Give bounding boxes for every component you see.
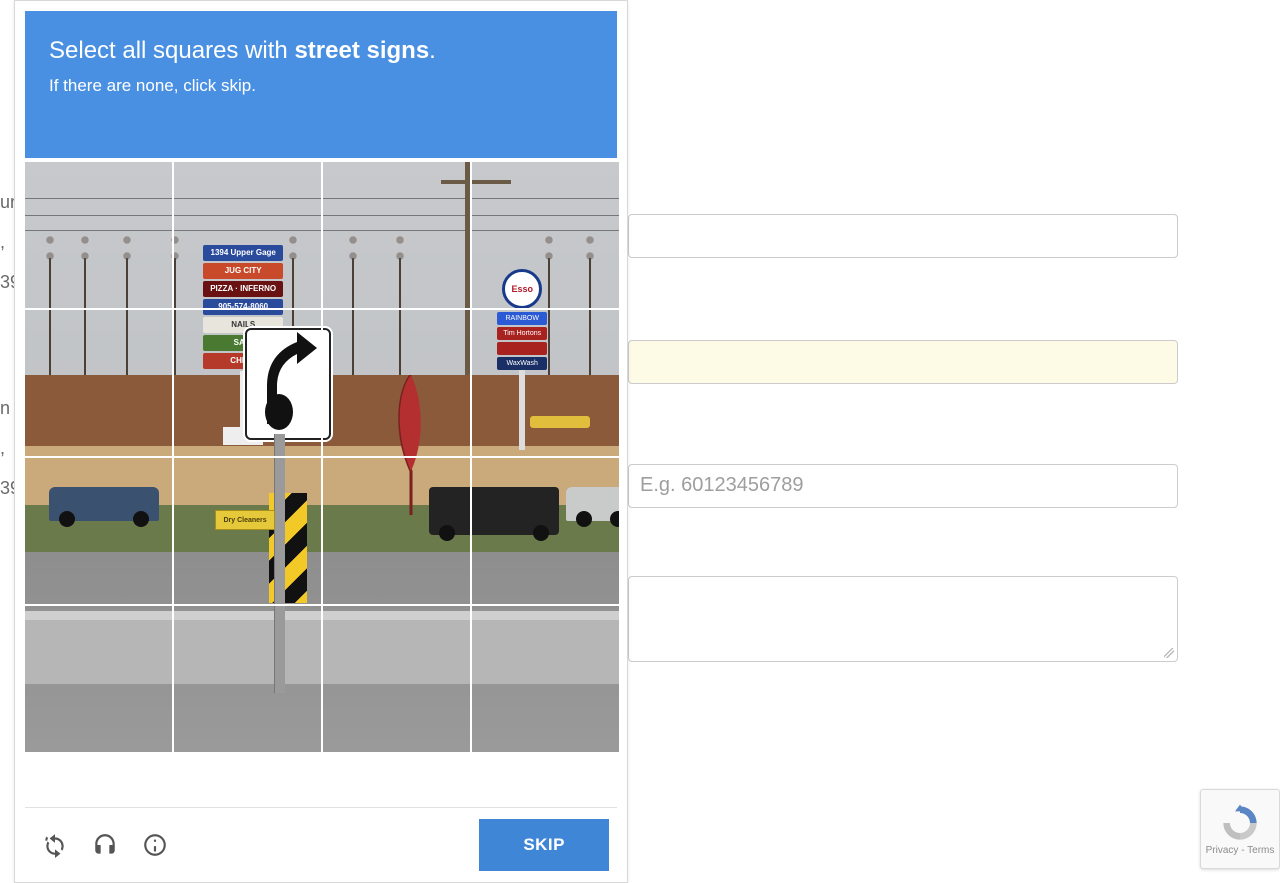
captcha-footer: SKIP xyxy=(25,807,617,882)
street-scene: 1394 Upper Gage JUG CITY PIZZA · INFERNO… xyxy=(174,162,321,308)
feather-flag xyxy=(393,375,429,457)
street-scene: 1394 Upper Gage JUG CITY PIZZA · INFERNO… xyxy=(25,310,172,456)
audio-icon[interactable] xyxy=(91,831,119,859)
captcha-tile[interactable]: 1394 Upper Gage JUG CITY PIZZA · INFERNO… xyxy=(323,458,470,604)
captcha-tile[interactable]: 1394 Upper Gage JUG CITY PIZZA · INFERNO… xyxy=(323,310,470,456)
info-icon[interactable] xyxy=(141,831,169,859)
street-scene: 1394 Upper Gage JUG CITY PIZZA · INFERNO… xyxy=(174,458,321,604)
captcha-tile[interactable]: 1394 Upper Gage JUG CITY PIZZA · INFERNO… xyxy=(323,162,470,308)
skip-button[interactable]: SKIP xyxy=(479,819,609,871)
captcha-tile[interactable]: 1394 Upper Gage JUG CITY PIZZA · INFERNO… xyxy=(472,458,619,604)
car xyxy=(566,487,619,521)
form-textarea[interactable] xyxy=(628,576,1178,662)
captcha-tile[interactable]: 1394 Upper Gage JUG CITY PIZZA · INFERNO… xyxy=(174,606,321,752)
recaptcha-badge-footer[interactable]: Privacy - Terms xyxy=(1206,845,1275,856)
captcha-prompt-sub: If there are none, click skip. xyxy=(49,75,593,98)
phone-placeholder: E.g. 60123456789 xyxy=(640,474,804,497)
street-scene: 1394 Upper Gage JUG CITY PIZZA · INFERNO… xyxy=(472,310,619,456)
street-scene: 1394 Upper Gage JUG CITY PIZZA · INFERNO… xyxy=(323,606,470,752)
captcha-tile[interactable]: 1394 Upper Gage JUG CITY PIZZA · INFERNO… xyxy=(472,162,619,308)
sign-post xyxy=(274,434,285,457)
captcha-prompt-main: Select all squares with street signs. xyxy=(49,35,593,67)
captcha-controls xyxy=(41,831,169,859)
captcha-tile[interactable]: 1394 Upper Gage JUG CITY PIZZA · INFERNO… xyxy=(25,606,172,752)
prompt-suffix: . xyxy=(429,37,436,64)
bg-text: , xyxy=(0,438,5,459)
suv xyxy=(429,487,470,535)
street-scene: 1394 Upper Gage JUG CITY PIZZA · INFERNO… xyxy=(174,310,321,456)
bg-text: , xyxy=(0,232,5,253)
captcha-tile[interactable]: 1394 Upper Gage JUG CITY PIZZA · INFERNO… xyxy=(323,606,470,752)
suv xyxy=(472,487,559,535)
captcha-tile[interactable]: 1394 Upper Gage JUG CITY PIZZA · INFERNO… xyxy=(25,310,172,456)
gas-station-sign: Esso RAINBOW Tim Hortons WaxWash xyxy=(497,310,547,449)
street-scene: 1394 Upper Gage JUG CITY PIZZA · INFERNO… xyxy=(323,310,470,456)
captcha-tile[interactable]: 1394 Upper Gage JUG CITY PIZZA · INFERNO… xyxy=(472,310,619,456)
street-scene: 1394 Upper Gage JUG CITY PIZZA · INFERNO… xyxy=(472,606,619,752)
keep-right-sign xyxy=(323,328,331,440)
recaptcha-challenge: Select all squares with street signs. If… xyxy=(14,0,628,883)
street-scene: 1394 Upper Gage JUG CITY PIZZA · INFERNO… xyxy=(323,458,470,604)
street-scene: 1394 Upper Gage JUG CITY PIZZA · INFERNO… xyxy=(174,606,321,752)
street-scene: 1394 Upper Gage JUG CITY PIZZA · INFERNO… xyxy=(323,162,470,308)
street-scene: 1394 Upper Gage JUG CITY PIZZA · INFERNO… xyxy=(25,162,172,308)
dry-cleaners-sign: Dry Cleaners xyxy=(215,510,275,530)
street-scene: 1394 Upper Gage JUG CITY PIZZA · INFERNO… xyxy=(25,606,172,752)
captcha-tile[interactable]: 1394 Upper Gage JUG CITY PIZZA · INFERNO… xyxy=(25,162,172,308)
prompt-prefix: Select all squares with xyxy=(49,37,294,64)
captcha-image-grid: 1394 Upper Gage JUG CITY PIZZA · INFERNO… xyxy=(25,162,619,752)
captcha-tile[interactable]: 1394 Upper Gage JUG CITY PIZZA · INFERNO… xyxy=(174,162,321,308)
street-scene: 1394 Upper Gage JUG CITY PIZZA · INFERNO… xyxy=(472,458,619,604)
captcha-prompt: Select all squares with street signs. If… xyxy=(25,11,617,158)
captcha-tile[interactable]: 1394 Upper Gage JUG CITY PIZZA · INFERNO… xyxy=(472,606,619,752)
bg-text: n xyxy=(0,398,10,419)
sign-post xyxy=(274,458,285,604)
street-scene: 1394 Upper Gage JUG CITY PIZZA · INFERNO… xyxy=(25,458,172,604)
keep-right-sign xyxy=(245,328,321,440)
street-scene: 1394 Upper Gage JUG CITY PIZZA · INFERNO… xyxy=(472,162,619,308)
prompt-target: street signs xyxy=(294,37,429,64)
captcha-tile[interactable]: 1394 Upper Gage JUG CITY PIZZA · INFERNO… xyxy=(174,310,321,456)
reload-icon[interactable] xyxy=(41,831,69,859)
captcha-tile[interactable]: 1394 Upper Gage JUG CITY PIZZA · INFERNO… xyxy=(25,458,172,604)
business-pylon-sign: 1394 Upper Gage JUG CITY PIZZA · INFERNO… xyxy=(203,245,283,308)
captcha-tile[interactable]: 1394 Upper Gage JUG CITY PIZZA · INFERNO… xyxy=(174,458,321,604)
car xyxy=(49,487,159,521)
gas-station-sign: Esso RAINBOW Tim Hortons WaxWash xyxy=(497,269,547,309)
form-input[interactable] xyxy=(628,214,1178,258)
sign-post xyxy=(274,606,285,693)
recaptcha-badge[interactable]: Privacy - Terms xyxy=(1200,789,1280,869)
form-input-highlighted[interactable] xyxy=(628,340,1178,384)
feather-flag xyxy=(393,458,429,514)
recaptcha-icon xyxy=(1220,803,1260,843)
